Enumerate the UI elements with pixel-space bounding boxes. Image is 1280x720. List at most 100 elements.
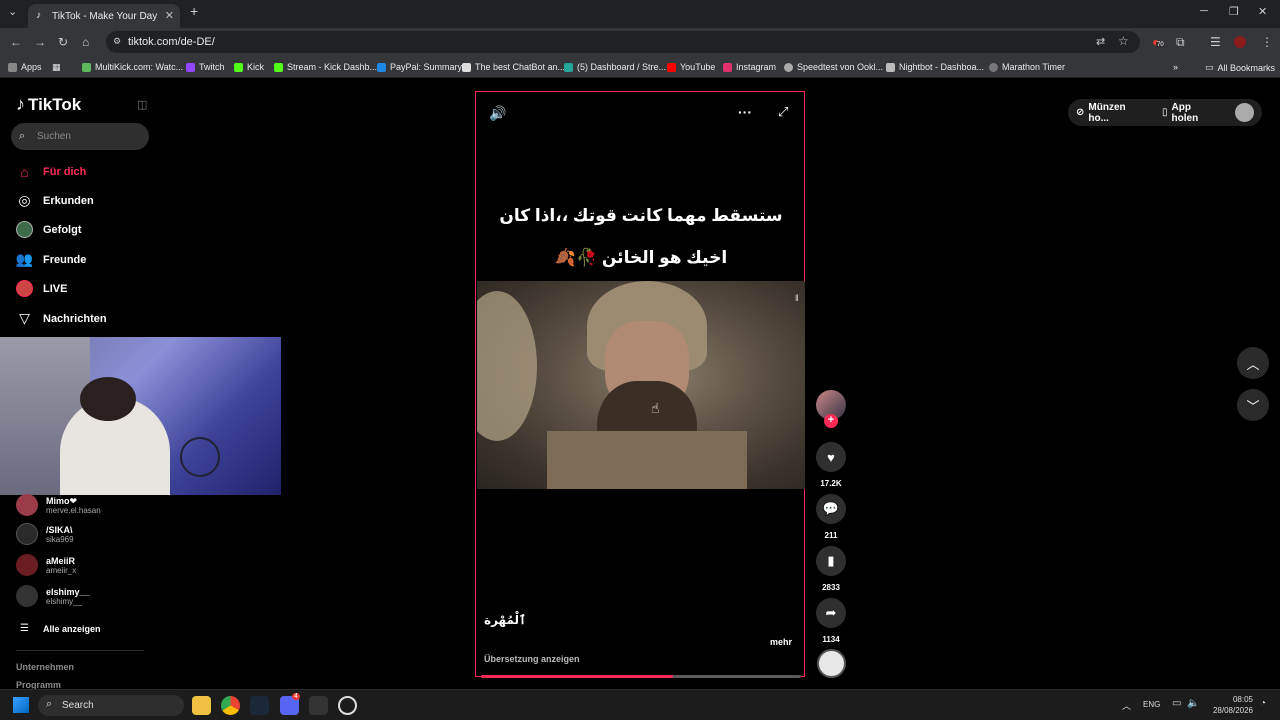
nav-for-you[interactable]: ⌂ Für dich <box>16 163 86 180</box>
tab-search-icon[interactable]: ⌄ <box>8 5 17 18</box>
nightbot-icon <box>886 62 895 72</box>
follow-plus-icon[interactable]: + <box>824 414 838 428</box>
home-browser-icon[interactable]: ⌂ <box>82 35 89 49</box>
next-video-button[interactable]: ﹀ <box>1237 389 1269 421</box>
nav-friends[interactable]: 👥 Freunde <box>16 251 87 268</box>
bookmark-item[interactable]: Stream - Kick Dashb... <box>274 62 377 72</box>
menu-dots-icon[interactable]: ⋮ <box>1261 35 1273 49</box>
video-caption-line2: اخيك هو الخائن 🥀🍂 <box>554 248 728 267</box>
tab-close-icon[interactable]: ✕ <box>165 9 174 22</box>
back-icon[interactable]: ← <box>10 35 22 49</box>
chrome-icon[interactable] <box>221 696 240 715</box>
network-icon[interactable]: ▭ <box>1172 698 1181 709</box>
tray-expand-icon[interactable]: ︿ <box>1122 699 1131 712</box>
search-icon: ⌕ <box>46 698 53 710</box>
video-player[interactable]: 🔊 ··· ⤢ ستسقط مهما كانت قوتك ،،اذا كان ا… <box>475 91 805 678</box>
bookmark-item[interactable]: Nightbot - Dashboa... <box>886 62 984 72</box>
bookmark-item[interactable]: Kick <box>234 62 264 72</box>
video-background-shape <box>477 291 537 441</box>
taskbar-search[interactable]: ⌕ Search <box>38 695 184 716</box>
media-control-icon[interactable]: ☰ <box>1210 35 1221 49</box>
bookmark-item[interactable]: PayPal: Summary <box>377 62 462 72</box>
video-progress-bar[interactable] <box>481 675 801 678</box>
all-bookmarks[interactable]: ▭ All Bookmarks <box>1205 62 1275 73</box>
bookmark-star-icon[interactable]: ☆ <box>1118 34 1129 48</box>
volume-icon[interactable]: 🔊 <box>489 105 506 122</box>
show-all-link[interactable]: ☰ Alle anzeigen <box>16 620 101 637</box>
search-input[interactable]: ⌕ Suchen <box>11 123 149 150</box>
steam-icon[interactable] <box>250 696 269 715</box>
account-item[interactable]: /SIKA\ sika969 <box>16 523 74 545</box>
apps-grid-icon <box>8 62 17 72</box>
address-bar[interactable]: ⚙ tiktok.com/de-DE/ ⇄ ☆ <box>106 31 1140 53</box>
more-link[interactable]: mehr <box>770 637 792 647</box>
notifications-icon[interactable]: ◔ <box>1260 698 1266 709</box>
youtube-icon <box>667 62 676 72</box>
collapse-sidebar-icon[interactable]: ◫ <box>137 98 147 111</box>
save-button[interactable]: ▮ 2833 <box>816 546 846 592</box>
coins-button[interactable]: ⊘ Münzen ho... <box>1068 99 1154 126</box>
language-indicator[interactable]: ENG <box>1143 700 1160 709</box>
windows-start-icon[interactable] <box>13 697 29 713</box>
bookmark-item[interactable]: MultiKick.com: Watc... <box>82 62 183 72</box>
system-clock[interactable]: 08:05 28/08/2026 <box>1205 694 1253 716</box>
browser-tab[interactable]: ♪ TikTok - Make Your Day ✕ <box>28 4 180 28</box>
epic-games-icon[interactable] <box>309 696 328 715</box>
paypal-icon <box>377 62 386 72</box>
get-app-button[interactable]: ▯ App holen <box>1154 99 1228 126</box>
account-item[interactable]: aMeiiR ameiir_x <box>16 554 76 576</box>
bookmark-item[interactable]: Instagram <box>723 62 776 72</box>
pause-indicator-icon: ‖ <box>795 293 799 303</box>
apps-launcher-icon[interactable]: ▦ <box>52 62 61 73</box>
comment-button[interactable]: 💬 211 <box>816 494 846 540</box>
fullscreen-icon[interactable]: ⤢ <box>778 104 788 120</box>
account-item[interactable]: Mimo❤ merve.el.hasan <box>16 494 101 516</box>
forward-icon[interactable]: → <box>34 35 46 49</box>
account-item[interactable]: elshimy__ elshimy__ <box>16 585 90 607</box>
site-info-icon[interactable]: ⚙ <box>113 36 121 47</box>
more-options-icon[interactable]: ··· <box>738 104 752 120</box>
footer-link[interactable]: Unternehmen <box>16 662 74 672</box>
translate-icon[interactable]: ⇄ <box>1096 35 1105 48</box>
phone-icon: ▯ <box>1162 107 1168 118</box>
bookmark-item[interactable]: Twitch <box>186 62 225 72</box>
avatar <box>16 494 38 516</box>
profile-avatar[interactable] <box>1234 36 1246 48</box>
profile-button[interactable] <box>1228 99 1262 126</box>
windows-taskbar: ⌕ Search 4 ︿ ENG ▭ 🔈 08:05 28/08/2026 ◔ <box>0 689 1280 720</box>
obs-icon[interactable] <box>338 696 357 715</box>
bookmark-item[interactable]: Marathon Timer <box>989 62 1065 72</box>
nav-live[interactable]: LIVE <box>16 280 67 297</box>
nav-following[interactable]: Gefolgt <box>16 221 82 238</box>
kick-icon <box>234 62 243 72</box>
extensions-puzzle-icon[interactable]: ⧉ <box>1176 35 1185 49</box>
tiktok-logo[interactable]: ♪ TikTok <box>16 94 81 115</box>
share-icon: ➦ <box>816 598 846 628</box>
extension-badge: 70 <box>1156 42 1165 48</box>
bookmark-item[interactable]: YouTube <box>667 62 715 72</box>
more-bookmarks-icon[interactable]: » <box>1173 62 1178 72</box>
avatar <box>16 585 38 607</box>
nav-messages[interactable]: ▽ Nachrichten <box>16 310 106 327</box>
bookmark-item[interactable]: (5) Dashboard / Stre... <box>564 62 666 72</box>
translate-link[interactable]: Übersetzung anzeigen <box>484 654 580 664</box>
bookmark-item[interactable]: The best ChatBot an... <box>462 62 565 72</box>
file-explorer-icon[interactable] <box>192 696 211 715</box>
webcam-fan <box>180 437 220 477</box>
window-close-icon[interactable]: ✕ <box>1258 5 1267 18</box>
twitch-icon <box>186 62 195 72</box>
like-button[interactable]: ♥ 17.2K <box>816 442 846 488</box>
bookmark-item[interactable]: Speedtest von Ookl... <box>784 62 883 72</box>
reload-icon[interactable]: ↻ <box>58 35 68 49</box>
nav-explore[interactable]: ◎ Erkunden <box>16 192 93 209</box>
previous-video-button[interactable]: ︿ <box>1237 347 1269 379</box>
video-clothing <box>547 431 747 489</box>
list-icon: ☰ <box>20 623 29 634</box>
share-button[interactable]: ➦ 1134 <box>816 598 846 644</box>
volume-tray-icon[interactable]: 🔈 <box>1187 698 1199 709</box>
music-disc-icon[interactable] <box>817 649 846 678</box>
minimize-icon[interactable]: ─ <box>1200 5 1208 17</box>
new-tab-icon[interactable]: + <box>190 3 198 19</box>
bookmark-item[interactable]: Apps <box>8 62 42 72</box>
maximize-icon[interactable]: ❐ <box>1229 5 1239 18</box>
